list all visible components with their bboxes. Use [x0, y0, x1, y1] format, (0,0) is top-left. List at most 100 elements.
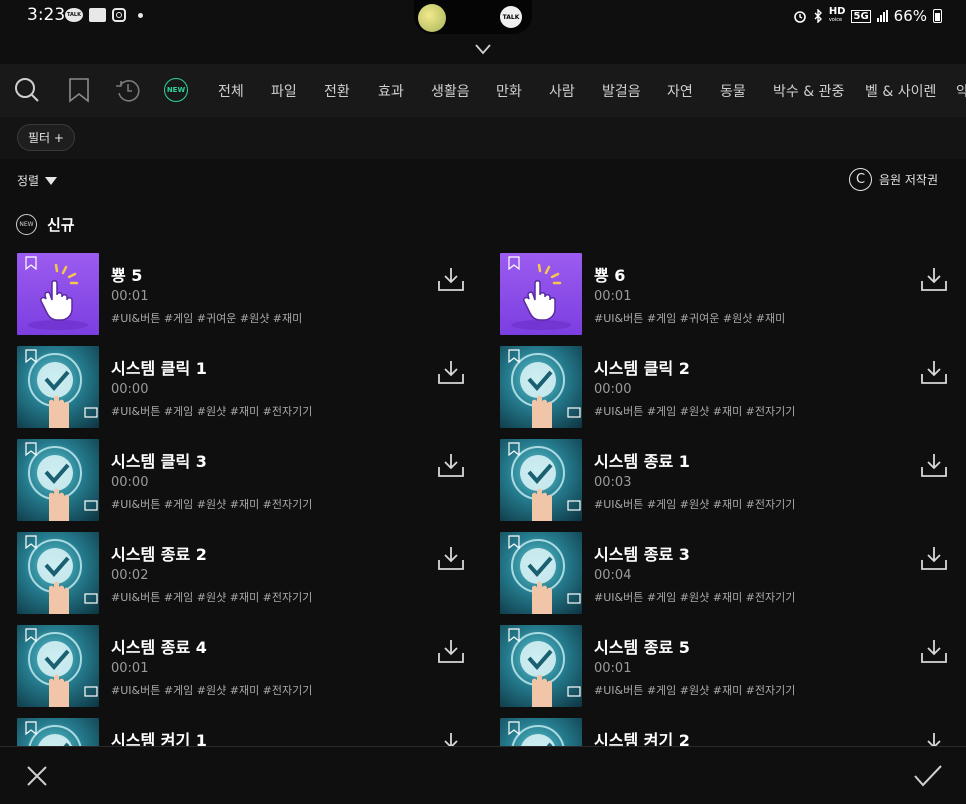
sound-thumbnail[interactable]	[17, 625, 99, 707]
download-icon[interactable]	[437, 638, 465, 664]
copyright-icon: C	[848, 168, 872, 191]
floating-pill[interactable]: TALK	[414, 0, 532, 34]
list-item[interactable]: 시스템 클릭 2 00:00 #UI&버튼 #게임 #원샷 #재미 #전자기기	[500, 346, 966, 428]
chevron-down-icon[interactable]	[474, 42, 492, 56]
history-icon[interactable]	[115, 77, 141, 103]
bookmark-icon[interactable]	[508, 442, 520, 456]
tab-animal[interactable]: 동물	[720, 81, 746, 101]
bookmark-icon[interactable]	[508, 349, 520, 363]
tab-effect[interactable]: 효과	[378, 81, 404, 101]
bookmark-icon[interactable]	[25, 628, 37, 642]
bookmark-icon[interactable]	[25, 535, 37, 549]
pill-avatar-icon[interactable]	[418, 4, 446, 32]
bookmark-icon[interactable]	[25, 256, 37, 270]
tab-bell-siren[interactable]: 벨 & 사이렌	[865, 81, 936, 101]
sound-tags: #UI&버튼 #게임 #귀여운 #원샷 #재미	[594, 312, 786, 325]
tab-cartoon[interactable]: 만화	[496, 81, 522, 101]
download-icon[interactable]	[920, 731, 948, 746]
pill-kakaotalk-icon[interactable]: TALK	[500, 6, 522, 28]
bookmark-icon[interactable]	[25, 721, 37, 735]
tab-new[interactable]: NEW	[164, 78, 188, 102]
sort-button[interactable]: 정렬	[17, 172, 58, 189]
tab-applause[interactable]: 박수 & 관중	[773, 81, 844, 101]
list-item[interactable]: 뿅 5 00:01 #UI&버튼 #게임 #귀여운 #원샷 #재미	[17, 253, 487, 335]
sound-thumbnail[interactable]	[500, 439, 582, 521]
sound-tags: #UI&버튼 #게임 #원샷 #재미 #전자기기	[594, 684, 796, 697]
download-icon[interactable]	[437, 359, 465, 385]
check-icon[interactable]	[913, 764, 943, 788]
section-title: 신규	[47, 216, 75, 234]
sound-thumbnail[interactable]	[17, 253, 99, 335]
sound-title: 시스템 켜기 2	[594, 731, 690, 746]
list-item[interactable]: 시스템 클릭 1 00:00 #UI&버튼 #게임 #원샷 #재미 #전자기기	[17, 346, 487, 428]
bookmark-icon[interactable]	[25, 442, 37, 456]
status-bar: 3:23 TALK TALK HD voice 5G 66%	[0, 0, 966, 34]
new-badge-icon: NEW	[16, 214, 37, 235]
notification-icons: TALK	[65, 8, 143, 22]
list-item[interactable]: 뿅 6 00:01 #UI&버튼 #게임 #귀여운 #원샷 #재미	[500, 253, 966, 335]
sound-title: 시스템 켜기 1	[111, 731, 207, 746]
bookmark-icon[interactable]	[508, 535, 520, 549]
sound-duration: 00:01	[111, 661, 149, 676]
sound-thumbnail[interactable]	[17, 532, 99, 614]
tab-file[interactable]: 파일	[271, 81, 297, 101]
download-icon[interactable]	[920, 545, 948, 571]
tab-transition[interactable]: 전환	[324, 81, 350, 101]
instagram-notif-icon	[112, 8, 126, 22]
download-icon[interactable]	[437, 266, 465, 292]
tab-people[interactable]: 사람	[549, 81, 575, 101]
close-icon[interactable]	[25, 764, 49, 788]
status-indicators: HD voice 5G 66%	[793, 7, 942, 25]
list-item[interactable]: 시스템 종료 2 00:02 #UI&버튼 #게임 #원샷 #재미 #전자기기	[17, 532, 487, 614]
download-icon[interactable]	[437, 731, 465, 746]
sound-thumbnail[interactable]	[17, 346, 99, 428]
sound-tags: #UI&버튼 #게임 #귀여운 #원샷 #재미	[111, 312, 303, 325]
tab-footsteps[interactable]: 발걸음	[602, 81, 641, 101]
signal-icon	[876, 10, 888, 22]
app-notif-icon	[89, 8, 106, 22]
list-item[interactable]: 시스템 종료 1 00:03 #UI&버튼 #게임 #원샷 #재미 #전자기기	[500, 439, 966, 521]
download-icon[interactable]	[437, 452, 465, 478]
download-icon[interactable]	[437, 545, 465, 571]
download-icon[interactable]	[920, 638, 948, 664]
list-item[interactable]: 시스템 클릭 3 00:00 #UI&버튼 #게임 #원샷 #재미 #전자기기	[17, 439, 487, 521]
bookmark-icon[interactable]	[508, 628, 520, 642]
list-item[interactable]: 시스템 종료 5 00:01 #UI&버튼 #게임 #원샷 #재미 #전자기기	[500, 625, 966, 707]
alarm-icon	[794, 11, 806, 23]
tab-nature[interactable]: 자연	[667, 81, 693, 101]
list-item[interactable]: 시스템 종료 4 00:01 #UI&버튼 #게임 #원샷 #재미 #전자기기	[17, 625, 487, 707]
copyright-button[interactable]: C 음원 저작권	[848, 168, 938, 191]
sound-thumbnail[interactable]	[17, 718, 99, 746]
sound-tags: #UI&버튼 #게임 #원샷 #재미 #전자기기	[111, 684, 313, 697]
filter-button[interactable]: 필터 +	[17, 124, 75, 151]
sound-thumbnail[interactable]	[500, 532, 582, 614]
sound-thumbnail[interactable]	[500, 718, 582, 746]
download-icon[interactable]	[920, 359, 948, 385]
search-icon[interactable]	[14, 77, 40, 103]
sound-thumbnail[interactable]	[500, 625, 582, 707]
download-icon[interactable]	[920, 452, 948, 478]
sound-duration: 00:01	[111, 289, 149, 304]
bookmark-icon[interactable]	[66, 77, 92, 103]
more-notif-dot-icon	[138, 12, 143, 18]
sound-thumbnail[interactable]	[17, 439, 99, 521]
bookmark-icon[interactable]	[508, 256, 520, 270]
sound-duration: 00:04	[594, 568, 632, 583]
status-time: 3:23	[27, 5, 66, 25]
sound-thumbnail[interactable]	[500, 253, 582, 335]
tab-living-sound[interactable]: 생활음	[431, 81, 470, 101]
tab-all[interactable]: 전체	[218, 81, 244, 101]
list-item[interactable]: 시스템 켜기 1	[17, 718, 487, 746]
sound-thumbnail[interactable]	[500, 346, 582, 428]
bookmark-icon[interactable]	[508, 721, 520, 735]
sound-title: 시스템 종료 3	[594, 545, 690, 564]
download-icon[interactable]	[920, 266, 948, 292]
list-item[interactable]: 시스템 종료 3 00:04 #UI&버튼 #게임 #원샷 #재미 #전자기기	[500, 532, 966, 614]
tab-instrument[interactable]: 악	[956, 81, 966, 101]
list-item[interactable]: 시스템 켜기 2	[500, 718, 966, 746]
sound-duration: 00:03	[594, 475, 632, 490]
sound-tags: #UI&버튼 #게임 #원샷 #재미 #전자기기	[594, 591, 796, 604]
bluetooth-icon	[814, 9, 822, 23]
bookmark-icon[interactable]	[25, 349, 37, 363]
battery-icon	[933, 9, 942, 23]
